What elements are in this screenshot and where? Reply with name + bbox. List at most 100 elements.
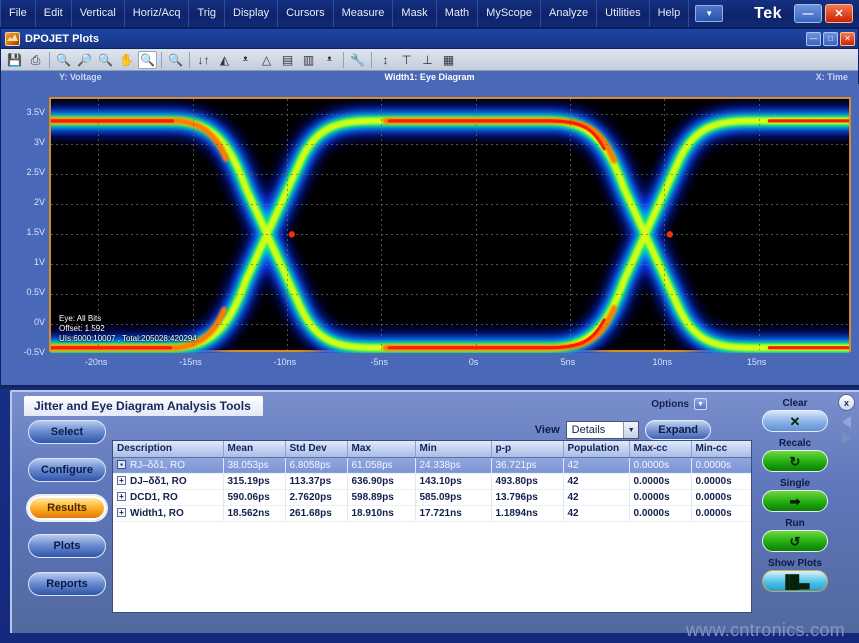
show-plots-button[interactable]: ▐█▃ xyxy=(762,570,828,592)
chevron-down-icon[interactable]: ▼ xyxy=(694,398,707,410)
menu-item-display[interactable]: Display xyxy=(225,0,278,27)
table-row[interactable]: +DCD1, RO590.06ps2.7620ps598.89ps585.09p… xyxy=(113,489,752,505)
column-header[interactable]: Description xyxy=(113,441,223,457)
row-value: 1.1894ns xyxy=(491,505,563,521)
grid-view-icon[interactable]: ▦ xyxy=(439,51,458,69)
column-header[interactable]: p-p xyxy=(491,441,563,457)
menu-item-measure[interactable]: Measure xyxy=(334,0,394,27)
histogram-3-icon[interactable]: ▤ xyxy=(278,51,297,69)
zoom-out-icon[interactable]: 🔍 xyxy=(96,51,115,69)
column-header[interactable]: Max xyxy=(347,441,415,457)
table-row[interactable]: +Width1, RO18.562ns261.68ps18.910ns17.72… xyxy=(113,505,752,521)
table-row[interactable]: +DJ–δδ1, RO315.19ps113.37ps636.90ps143.1… xyxy=(113,473,752,489)
column-header[interactable]: Min-cc xyxy=(691,441,752,457)
menu-item-vertical[interactable]: Vertical xyxy=(72,0,125,27)
zoom-box-icon[interactable]: 🔎 xyxy=(75,51,94,69)
expand-row-icon[interactable]: + xyxy=(117,492,126,501)
menu-item-analyze[interactable]: Analyze xyxy=(541,0,597,27)
single-button[interactable]: ➡ xyxy=(762,490,828,512)
recalc-button[interactable]: ↻ xyxy=(762,450,828,472)
nav-plots-button[interactable]: Plots xyxy=(28,534,106,558)
view-select[interactable]: Details ▼ xyxy=(566,421,640,439)
menu-item-myscope[interactable]: MyScope xyxy=(478,0,541,27)
align-bottom-icon[interactable]: ⊥ xyxy=(418,51,437,69)
menu-item-cursors[interactable]: Cursors xyxy=(278,0,334,27)
plots-minimize-icon[interactable]: — xyxy=(806,32,821,46)
toolbar-separator xyxy=(371,52,372,68)
plots-maximize-icon[interactable]: □ xyxy=(823,32,838,46)
view-controls: View Details ▼ Expand xyxy=(535,420,711,440)
pan-hand-icon[interactable]: ✋ xyxy=(117,51,136,69)
table-row[interactable]: ▪RJ–δδ1, RO38.053ps6.8058ps61.058ps24.33… xyxy=(113,457,752,473)
results-table-container[interactable]: DescriptionMeanStd DevMaxMinp-pPopulatio… xyxy=(112,440,752,613)
row-value: 13.796ps xyxy=(491,489,563,505)
column-header[interactable]: Std Dev xyxy=(285,441,347,457)
vertical-fit-icon[interactable]: ↕ xyxy=(376,51,395,69)
nav-results-button[interactable]: Results xyxy=(28,496,106,520)
menu-item-edit[interactable]: Edit xyxy=(36,0,72,27)
column-header[interactable]: Min xyxy=(415,441,491,457)
expand-row-icon[interactable]: + xyxy=(117,508,126,517)
row-value: 17.721ns xyxy=(415,505,491,521)
histogram-5-icon[interactable]: ᵜ xyxy=(320,51,339,69)
print-icon[interactable]: ⎙ xyxy=(26,51,45,69)
rotate-3d-icon[interactable]: 🔍 xyxy=(166,51,185,69)
row-value: 585.09ps xyxy=(415,489,491,505)
chevron-down-icon[interactable]: ▼ xyxy=(695,5,723,22)
nav-select-button[interactable]: Select xyxy=(28,420,106,444)
histogram-1-icon[interactable]: ᵜ xyxy=(236,51,255,69)
plots-toolbar: 💾⎙🔍🔎🔍✋🔍🔍↓↑◭ᵜ△▤▥ᵜ🔧↕⊤⊥▦ xyxy=(1,49,858,71)
menu-item-mask[interactable]: Mask xyxy=(393,0,436,27)
row-value: 2.7620ps xyxy=(285,489,347,505)
plots-title-bar[interactable]: DPOJET Plots — □ ✕ xyxy=(1,29,858,49)
nav-next-icon[interactable] xyxy=(842,432,851,444)
menu-item-trig[interactable]: Trig xyxy=(189,0,225,27)
y-tick-label: 1.5V xyxy=(26,227,45,237)
clear-button[interactable]: ✕ xyxy=(762,410,828,432)
x-tick-label: 15ns xyxy=(747,357,767,367)
analysis-panel-title: Jitter and Eye Diagram Analysis Tools xyxy=(24,396,263,416)
x-tick-label: 10ns xyxy=(653,357,673,367)
nav-configure-button[interactable]: Configure xyxy=(28,458,106,482)
analysis-nav: Select Configure Results Plots Reports xyxy=(24,420,110,596)
y-tick-label: 2V xyxy=(34,197,45,207)
nav-prev-icon[interactable] xyxy=(842,416,851,428)
histogram-2-icon[interactable]: △ xyxy=(257,51,276,69)
zoom-in-icon[interactable]: 🔍 xyxy=(54,51,73,69)
column-header[interactable]: Max-cc xyxy=(629,441,691,457)
histogram-4-icon[interactable]: ▥ xyxy=(299,51,318,69)
run-controls-column: Clear✕Recalc↻Single➡Run↺Show Plots▐█▃ xyxy=(749,392,841,635)
settings-wrench-icon[interactable]: 🔧 xyxy=(348,51,367,69)
x-tick-label: 5ns xyxy=(561,357,576,367)
jitter-arrows-icon[interactable]: ↓↑ xyxy=(194,51,213,69)
eye-diagram-canvas[interactable]: Eye: All Bits Offset: 1.592 UIs:6000:100… xyxy=(49,97,851,352)
expand-row-icon[interactable]: ▪ xyxy=(117,460,126,469)
menu-item-help[interactable]: Help xyxy=(650,0,690,27)
control-label: Single xyxy=(780,478,810,489)
expand-row-icon[interactable]: + xyxy=(117,476,126,485)
scope-menu-bar: File Edit Vertical Horiz/Acq Trig Displa… xyxy=(0,0,859,28)
column-header[interactable]: Population xyxy=(563,441,629,457)
close-icon[interactable]: ✕ xyxy=(825,4,853,23)
save-icon[interactable]: 💾 xyxy=(5,51,24,69)
column-header[interactable]: Mean xyxy=(223,441,285,457)
menu-item-utilities[interactable]: Utilities xyxy=(597,0,649,27)
minimize-icon[interactable]: — xyxy=(794,4,822,23)
menu-item-math[interactable]: Math xyxy=(437,0,478,27)
row-value: 61.058ps xyxy=(347,457,415,473)
plot-title: Width1: Eye Diagram xyxy=(385,72,475,82)
data-cursor-icon[interactable]: 🔍 xyxy=(138,51,157,69)
options-menu[interactable]: Options ▼ xyxy=(651,398,707,410)
tek-brand-logo: Tek xyxy=(742,0,794,27)
menu-item-file[interactable]: File xyxy=(0,0,36,27)
expand-button[interactable]: Expand xyxy=(645,420,711,440)
chevron-down-icon[interactable]: ▼ xyxy=(623,422,638,438)
eye-contour-icon[interactable]: ◭ xyxy=(215,51,234,69)
plots-close-icon[interactable]: ✕ xyxy=(840,32,855,46)
align-top-icon[interactable]: ⊤ xyxy=(397,51,416,69)
results-table-body: ▪RJ–δδ1, RO38.053ps6.8058ps61.058ps24.33… xyxy=(113,457,752,521)
menu-item-horiz-acq[interactable]: Horiz/Acq xyxy=(125,0,190,27)
close-panel-icon[interactable]: x xyxy=(838,394,855,411)
nav-reports-button[interactable]: Reports xyxy=(28,572,106,596)
run-button[interactable]: ↺ xyxy=(762,530,828,552)
